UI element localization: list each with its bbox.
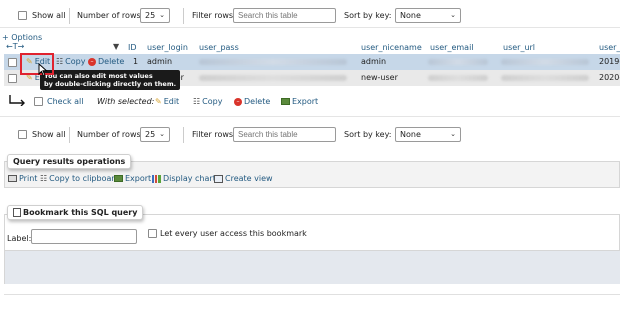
sort-caret-icon[interactable]: ▼ (113, 42, 119, 51)
row-delete-link[interactable]: – Delete (88, 57, 124, 66)
options-link[interactable]: + Options (2, 33, 42, 42)
export-icon (114, 175, 123, 182)
rows-select[interactable]: 25 ⌄ (140, 8, 170, 23)
sortkey-select[interactable]: None ⌄ (395, 8, 461, 23)
divider (69, 127, 70, 143)
column-header-user-email[interactable]: user_email (430, 43, 474, 52)
rows-label: Number of rows: (77, 11, 144, 20)
let-every-user-label: Let every user access this bookmark (160, 229, 307, 238)
edit-tooltip: You can also edit most values by double-… (40, 70, 181, 90)
sortkey-label: Sort by key: (344, 11, 392, 20)
export-link[interactable]: Export (114, 174, 151, 183)
print-link[interactable]: Print (8, 174, 37, 183)
copy-icon: ☷ (56, 57, 64, 66)
divider (183, 8, 184, 24)
check-all-checkbox[interactable] (34, 97, 43, 106)
column-header-user-pass[interactable]: user_pass (199, 43, 239, 52)
bookmark-label-label: Label: (7, 234, 32, 243)
mouse-cursor-icon (38, 63, 48, 77)
cell-user-login: admin (147, 57, 173, 66)
bookmark-panel (4, 214, 620, 284)
cell-user-email-redacted (428, 59, 488, 65)
copy-icon: ☷ (193, 97, 201, 106)
rows-select-value: 25 (145, 130, 156, 139)
export-icon (281, 98, 290, 105)
divider (183, 127, 184, 143)
cell-user-pass-redacted (199, 75, 347, 81)
chevron-down-icon: ⌄ (159, 130, 165, 138)
with-selected-label: With selected: (97, 97, 155, 106)
bulk-delete-button[interactable]: – Delete (234, 97, 270, 106)
rows-select-value: 25 (145, 11, 156, 20)
show-all-label: Show all (32, 130, 66, 139)
create-view-link[interactable]: Create view (214, 174, 273, 183)
show-all-checkbox[interactable] (18, 130, 27, 139)
bookmark-footer (5, 250, 620, 284)
tooltip-line-1: You can also edit most values (44, 72, 153, 80)
cell-user-email-redacted (428, 75, 488, 81)
copy-to-clipboard-link[interactable]: ☷ Copy to clipboard (40, 174, 120, 183)
bookmark-legend: Bookmark this SQL query (7, 205, 144, 220)
filter-label: Filter rows: (192, 130, 236, 139)
let-every-user-checkbox[interactable] (148, 229, 157, 238)
column-resize-arrows[interactable]: ←T→ (6, 42, 24, 51)
row-checkbox[interactable] (8, 58, 17, 67)
tooltip-line-2: by double-clicking directly on them. (44, 80, 177, 88)
divider (69, 8, 70, 24)
row-checkbox[interactable] (8, 74, 17, 83)
bookmark-icon (13, 208, 21, 217)
delete-icon: – (88, 57, 96, 66)
show-all-label: Show all (32, 11, 66, 20)
cell-id: 1 (133, 57, 139, 66)
sortkey-select[interactable]: None ⌄ (395, 127, 461, 142)
bulk-copy-button[interactable]: ☷ Copy (193, 97, 222, 106)
pencil-icon: ✎ (155, 97, 162, 106)
column-header-id[interactable]: ID (128, 43, 137, 52)
cell-user-nicename: admin (361, 57, 387, 66)
show-all-checkbox[interactable] (18, 11, 27, 20)
filter-input[interactable] (233, 127, 336, 142)
filter-label: Filter rows: (192, 11, 236, 20)
check-all-label[interactable]: Check all (47, 97, 84, 106)
sortkey-select-value: None (400, 11, 421, 20)
bulk-export-button[interactable]: Export (281, 97, 318, 106)
chevron-down-icon: ⌄ (450, 11, 456, 19)
view-icon (214, 174, 223, 183)
rows-select[interactable]: 25 ⌄ (140, 127, 170, 142)
divider-line (4, 294, 620, 295)
column-header-user-nicename[interactable]: user_nicename (361, 43, 422, 52)
cell-user-url-redacted (501, 59, 589, 65)
printer-icon (8, 175, 17, 182)
check-all-arrow-icon (9, 95, 25, 106)
edit-highlight-box (20, 53, 54, 75)
chevron-down-icon: ⌄ (450, 130, 456, 138)
bulk-edit-button[interactable]: ✎ Edit (155, 97, 179, 106)
cell-user-pass-redacted (199, 59, 347, 65)
bookmark-label-input[interactable] (31, 229, 137, 244)
delete-icon: – (234, 97, 242, 106)
clipboard-icon: ☷ (40, 174, 48, 183)
column-header-user-login[interactable]: user_login (147, 43, 188, 52)
display-chart-link[interactable]: Display chart (152, 174, 216, 183)
cell-user-nicename: new-user (361, 73, 398, 82)
cell-user-url-redacted (501, 75, 589, 81)
sortkey-label: Sort by key: (344, 130, 392, 139)
query-results-operations-legend: Query results operations (7, 154, 132, 169)
divider-line (0, 116, 620, 117)
chevron-down-icon: ⌄ (159, 11, 165, 19)
rows-label: Number of rows: (77, 130, 144, 139)
row-copy-link[interactable]: ☷ Copy (56, 57, 85, 66)
cell-user-registered: 2019-0 (599, 57, 620, 66)
column-header-user-registered[interactable]: user_ (599, 43, 620, 52)
table-row[interactable]: ✎Edit ☷Copy –Delete 1 admin admin 2019-0 (4, 54, 620, 70)
cell-user-registered: 2020-0 (599, 73, 620, 82)
divider-line (0, 27, 620, 28)
column-header-user-url[interactable]: user_url (503, 43, 535, 52)
sortkey-select-value: None (400, 130, 421, 139)
bar-chart-icon (152, 174, 161, 183)
filter-input[interactable] (233, 8, 336, 23)
